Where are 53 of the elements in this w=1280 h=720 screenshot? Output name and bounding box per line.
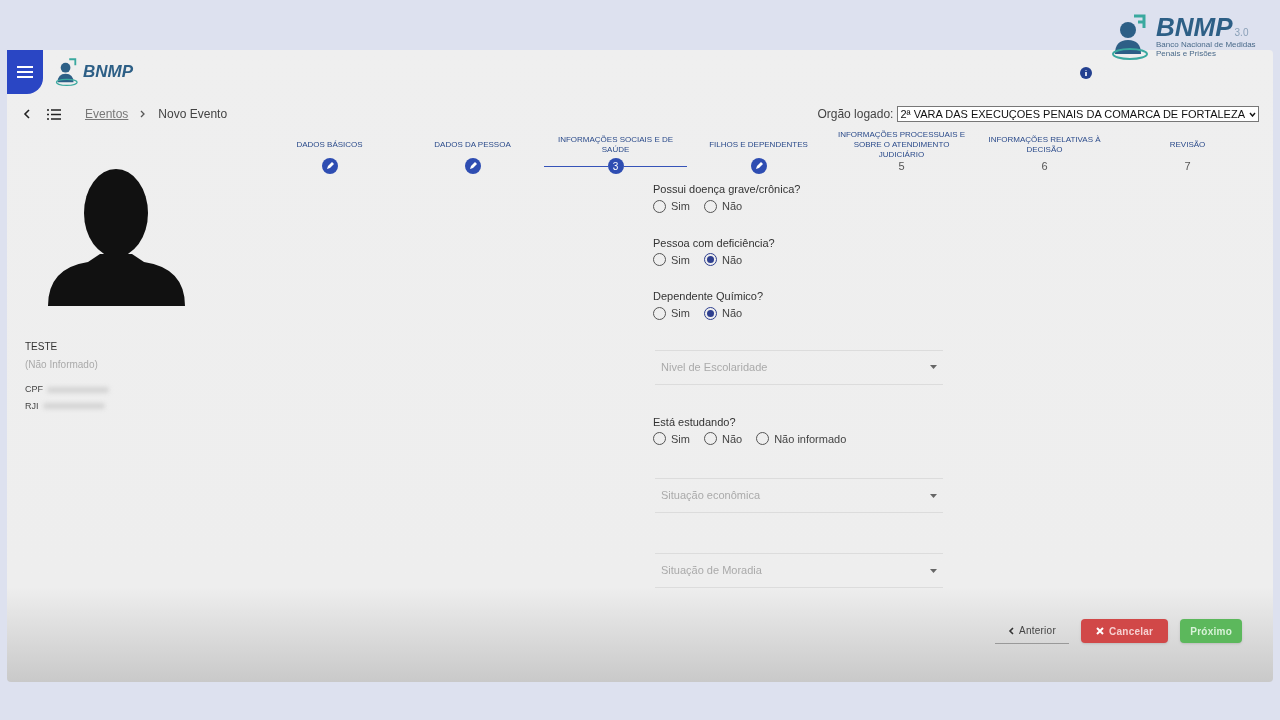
menu-button[interactable] [7,50,43,94]
logo-title: BNMP [83,61,134,84]
step-number[interactable]: 5 [893,158,910,174]
step-number[interactable]: 7 [1179,158,1196,174]
caret-icon [930,568,937,573]
breadcrumb-link[interactable]: Eventos [85,105,129,123]
orgao-label: Orgão logado: [817,106,894,123]
step-label[interactable]: INFORMAÇÕES PROCESSUAIS E SOBRE O ATENDIMENTO JUDICIÁRIO [830,132,973,158]
radio-label: Não [721,431,743,447]
radio-label: Sim [671,431,690,447]
step-label[interactable]: REVISÃO [1165,132,1210,158]
info-icon[interactable] [1080,67,1092,79]
question-label: Pessoa com deficiência? [653,235,776,251]
logo-title: BNMP [1156,14,1233,40]
step-label[interactable]: DADOS DA PESSOA [430,132,515,158]
caret-icon [930,365,937,369]
field-label: RJI [25,399,39,413]
previous-button[interactable]: Anterior [994,618,1069,644]
menu-icon [17,66,33,78]
radio-label: Não [721,252,743,268]
question-label: Possui doença grave/crônica? [653,182,802,197]
back-icon [1007,626,1014,635]
back-icon[interactable] [23,109,31,119]
radio-label: Não [721,306,743,321]
step-number[interactable]: 6 [1036,158,1053,174]
step-label[interactable]: INFORMAÇÕES RELATIVAS À DECISÃO [973,132,1116,158]
question-label: Dependente Químico? [653,289,765,304]
radio-label: Sim [671,199,690,214]
chevron-icon [140,110,147,118]
person-name: TESTE [25,340,59,354]
caret-icon [1249,111,1256,117]
person-subtitle: (Não Informado) [25,358,99,372]
logo-icon [55,58,81,86]
close-icon [1096,627,1104,635]
step-label[interactable]: DADOS BÁSICOS [292,132,367,158]
step-number[interactable]: 3 [607,158,624,174]
radio-label: Sim [671,252,690,268]
caret-icon [930,493,937,498]
step-edit-icon[interactable] [321,158,338,174]
radio-label: Não [721,199,743,214]
step-edit-icon[interactable] [750,158,767,174]
radio-label: Não informado [774,431,847,447]
breadcrumb-current: Novo Evento [158,106,228,123]
question-label: Está estudando? [653,414,737,430]
field-label: CPF [25,383,43,396]
orgao-select[interactable]: 2ª VARA DAS EXECUÇOES PENAIS DA COMARCA DE FORTALEZA [897,106,1259,122]
radio-label: Sim [671,306,690,321]
step-edit-icon[interactable] [464,158,481,174]
logo-subtitle: Banco Nacional de Medidas Penais e Prisões [1156,40,1257,58]
step-label[interactable]: FILHOS E DEPENDENTES [705,132,812,158]
list-icon[interactable] [47,108,61,120]
step-label[interactable]: INFORMAÇÕES SOCIAIS E DE SAÚDE [544,132,687,158]
logo-version: 3.0 [1234,26,1249,40]
